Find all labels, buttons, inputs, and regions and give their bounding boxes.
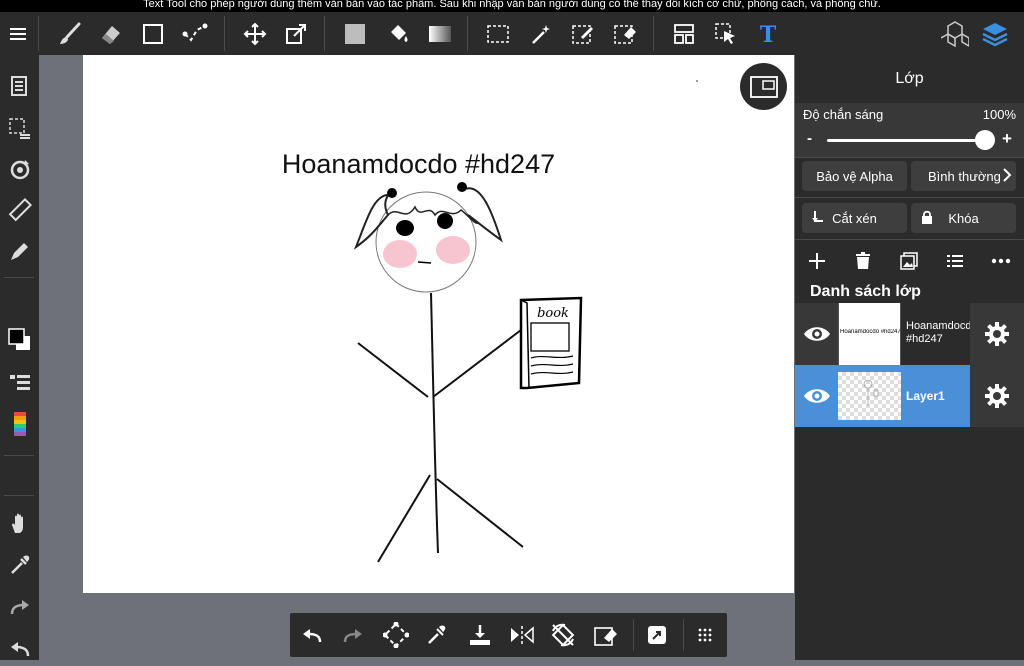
- stick-figure-drawing: book: [353, 80, 698, 563]
- lock-button[interactable]: Khóa: [911, 203, 1016, 233]
- document-icon[interactable]: [0, 69, 39, 103]
- book-label: book: [537, 306, 569, 321]
- clipping-label: Cắt xén: [832, 210, 877, 226]
- text-tool-icon[interactable]: T: [750, 12, 786, 55]
- lock-label: Khóa: [948, 210, 979, 226]
- blend-mode-label: Bình thường: [928, 168, 1001, 184]
- rotate-icon[interactable]: [0, 153, 39, 187]
- 3d-material-icon[interactable]: [937, 12, 973, 55]
- redo-icon[interactable]: [333, 613, 373, 657]
- layer-list-icon[interactable]: [0, 366, 39, 400]
- transform-icon[interactable]: [278, 12, 314, 55]
- alpha-protect-button[interactable]: Bảo vệ Alpha: [802, 161, 907, 191]
- clipping-button[interactable]: Cắt xén: [802, 203, 907, 233]
- eye-icon[interactable]: [795, 365, 838, 427]
- add-layer-icon[interactable]: [799, 248, 835, 274]
- bottom-toolbar: [290, 613, 727, 657]
- undo-icon[interactable]: [292, 613, 332, 657]
- select-pen-icon[interactable]: [565, 12, 601, 55]
- delete-layer-icon[interactable]: [845, 248, 881, 274]
- layer-thumbnail: [838, 372, 901, 420]
- opacity-label: Độ chắn sáng: [803, 107, 884, 122]
- layer-thumbnail-sketch: [863, 379, 879, 406]
- layer-panel: Lớp Độ chắn sáng 100% - + Bảo vệ Alpha B…: [795, 55, 1024, 660]
- eraser-icon[interactable]: [93, 12, 129, 55]
- redo-icon[interactable]: [0, 590, 39, 624]
- gear-icon[interactable]: [970, 365, 1024, 427]
- dotted-stroke-icon[interactable]: [177, 12, 213, 55]
- fill-color-icon[interactable]: [337, 12, 373, 55]
- layer-thumbnail: Hoanamdocdo #hd247: [838, 303, 901, 365]
- layer-row[interactable]: Hoanamdocdo #hd247 Hoanamdocdo #hd247: [795, 303, 1024, 365]
- color-swatch-icon[interactable]: [0, 323, 39, 357]
- clear-selection-icon[interactable]: [586, 613, 626, 657]
- clipping-icon: [811, 210, 825, 229]
- select-eraser-icon[interactable]: [607, 12, 643, 55]
- brush-icon[interactable]: [52, 12, 88, 55]
- selection-list-icon[interactable]: [0, 111, 39, 145]
- eye-icon[interactable]: [795, 303, 838, 365]
- more-options-icon[interactable]: [983, 248, 1019, 274]
- rotate-canvas-icon[interactable]: [543, 613, 583, 657]
- opacity-section: Độ chắn sáng 100% - +: [795, 103, 1024, 157]
- import-icon[interactable]: [460, 613, 500, 657]
- layer-thumbnail-text: Hoanamdocdo #hd247: [840, 329, 901, 335]
- pen-settings-icon[interactable]: [0, 234, 39, 268]
- layer-name: Hoanamdocdo #hd247: [906, 320, 978, 345]
- opacity-slider-knob[interactable]: [975, 130, 995, 150]
- eyedropper-icon[interactable]: [417, 613, 457, 657]
- hand-icon[interactable]: [0, 507, 39, 541]
- layer-image-icon[interactable]: [891, 248, 927, 274]
- select-rect-icon[interactable]: [480, 12, 516, 55]
- opacity-value: 100%: [982, 107, 1016, 122]
- tutorial-caption: Text Tool cho phép người dùng thêm văn b…: [0, 0, 1024, 12]
- layer-list-title: Danh sách lớp: [810, 283, 921, 300]
- transform-rotate-icon[interactable]: [376, 613, 416, 657]
- layers-icon[interactable]: [977, 12, 1013, 55]
- panel-layout-icon[interactable]: [666, 12, 702, 55]
- grid-menu-icon[interactable]: [685, 613, 725, 657]
- magic-wand-icon[interactable]: [523, 12, 559, 55]
- panel-title: Lớp: [895, 70, 924, 87]
- move-icon[interactable]: [237, 12, 273, 55]
- select-layer-icon[interactable]: [708, 12, 744, 55]
- flip-horizontal-icon[interactable]: [502, 613, 542, 657]
- palette-icon[interactable]: [0, 407, 39, 441]
- layer-row-selected[interactable]: Layer1: [795, 365, 1024, 427]
- shape-icon[interactable]: [135, 12, 171, 55]
- layer-name: Layer1: [906, 389, 945, 403]
- layer-list-view-icon[interactable]: [937, 248, 973, 274]
- top-toolbar: T: [0, 12, 1024, 55]
- drawing-canvas[interactable]: Hoanamdocdo #hd247 book: [83, 55, 794, 593]
- menu-icon[interactable]: [0, 12, 36, 55]
- opacity-plus-button[interactable]: +: [1002, 129, 1012, 149]
- navigator-icon: [749, 75, 778, 98]
- share-icon[interactable]: [637, 613, 677, 657]
- undo-icon[interactable]: [0, 632, 39, 666]
- gear-icon[interactable]: [970, 303, 1024, 365]
- ruler-icon[interactable]: [0, 193, 39, 227]
- left-sidebar: [0, 55, 39, 660]
- svg-text:T: T: [760, 23, 777, 45]
- gradient-icon[interactable]: [422, 12, 458, 55]
- chevron-right-icon: [1002, 167, 1012, 186]
- bucket-icon[interactable]: [380, 12, 416, 55]
- opacity-minus-button[interactable]: -: [807, 130, 812, 147]
- navigator-button[interactable]: [740, 63, 787, 110]
- lock-icon: [921, 210, 933, 228]
- opacity-slider-track[interactable]: [827, 139, 984, 142]
- blend-mode-button[interactable]: Bình thường: [911, 161, 1016, 191]
- eyedropper-icon[interactable]: [0, 548, 39, 582]
